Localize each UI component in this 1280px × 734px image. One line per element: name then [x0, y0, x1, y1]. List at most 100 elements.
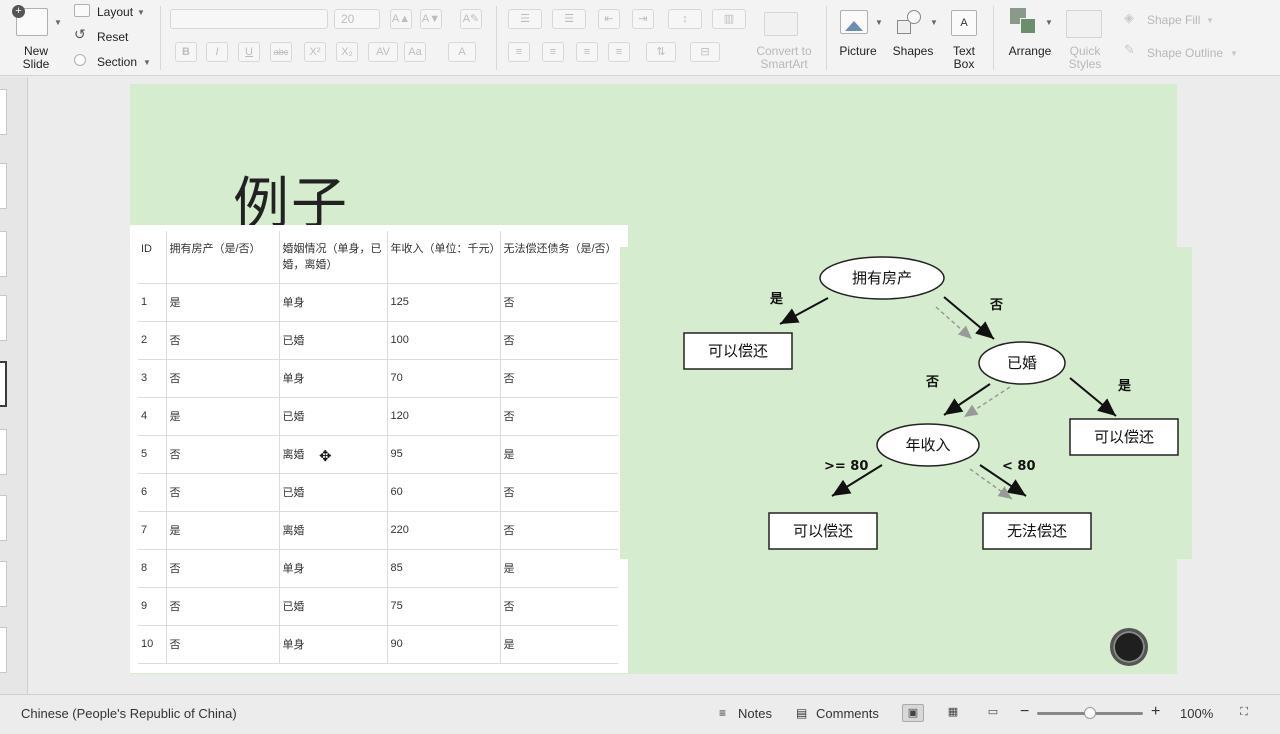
table-cell[interactable]: 已婚: [278, 473, 387, 512]
shape-outline-button[interactable]: Shape Outline: [1147, 46, 1223, 60]
table-cell[interactable]: 5: [138, 435, 166, 474]
table-cell[interactable]: 75: [386, 587, 500, 626]
header-cell[interactable]: ID: [138, 231, 166, 284]
slide-thumbnail[interactable]: [0, 495, 7, 541]
arrange-button[interactable]: Arrange: [1003, 45, 1057, 58]
table-cell[interactable]: 70: [386, 359, 500, 398]
font-size-select[interactable]: 20: [334, 9, 380, 29]
line-spacing-icon[interactable]: ↕: [668, 9, 702, 29]
decrease-font-icon[interactable]: A▼: [420, 9, 442, 29]
numbering-icon[interactable]: ☰: [552, 9, 586, 29]
table-cell[interactable]: 已婚: [278, 321, 387, 360]
slide-sorter-button[interactable]: ▦: [942, 704, 964, 722]
record-button[interactable]: [1110, 628, 1148, 666]
table-cell[interactable]: 是: [499, 625, 618, 664]
table-cell[interactable]: 否: [165, 435, 279, 474]
table-cell[interactable]: 1: [138, 283, 166, 322]
table-cell[interactable]: 是: [499, 435, 618, 474]
table-cell[interactable]: 否: [165, 625, 279, 664]
character-spacing-icon[interactable]: AV: [368, 42, 398, 62]
zoom-slider[interactable]: [1037, 707, 1143, 719]
table-cell[interactable]: 2: [138, 321, 166, 360]
table-cell[interactable]: 120: [386, 397, 500, 436]
table-cell[interactable]: 6: [138, 473, 166, 512]
picture-dropdown-icon[interactable]: ▼: [875, 18, 883, 27]
layout-button[interactable]: Layout: [97, 5, 133, 19]
table-cell[interactable]: 8: [138, 549, 166, 588]
table-cell[interactable]: 否: [499, 587, 618, 626]
new-slide-button[interactable]: New Slide: [16, 45, 56, 71]
slide-thumbnail[interactable]: [0, 561, 7, 607]
new-slide-dropdown-icon[interactable]: ▼: [54, 18, 62, 27]
table-cell[interactable]: 否: [499, 359, 618, 398]
strikethrough-button[interactable]: abc: [270, 42, 292, 62]
table-cell[interactable]: 否: [165, 321, 279, 360]
columns-icon[interactable]: ▥: [712, 9, 746, 29]
slide-thumbnail[interactable]: [0, 231, 7, 277]
quick-styles-button[interactable]: Quick Styles: [1060, 45, 1110, 71]
table-cell[interactable]: 125: [386, 283, 500, 322]
fit-to-window-button[interactable]: ⛶: [1233, 704, 1255, 722]
zoom-in-button[interactable]: +: [1151, 703, 1160, 721]
reading-view-button[interactable]: ▭: [982, 704, 1004, 722]
increase-font-icon[interactable]: A▲: [390, 9, 412, 29]
comments-button[interactable]: Comments: [816, 706, 879, 721]
shape-outline-dropdown-icon[interactable]: ▼: [1230, 49, 1238, 58]
table-cell[interactable]: 单身: [278, 625, 387, 664]
zoom-level[interactable]: 100%: [1180, 706, 1213, 721]
table-cell[interactable]: 单身: [278, 283, 387, 322]
notes-button[interactable]: Notes: [738, 706, 772, 721]
slide-thumbnail[interactable]: [0, 295, 7, 341]
text-direction-icon[interactable]: ⇅: [646, 42, 676, 62]
shapes-button[interactable]: Shapes: [890, 45, 936, 58]
change-case-icon[interactable]: Aa: [404, 42, 426, 62]
font-name-select[interactable]: [170, 9, 328, 29]
table-cell[interactable]: 否: [165, 549, 279, 588]
shapes-dropdown-icon[interactable]: ▼: [930, 18, 938, 27]
section-button[interactable]: Section: [97, 55, 137, 69]
increase-indent-icon[interactable]: ⇥: [632, 9, 654, 29]
table-cell[interactable]: 是: [499, 549, 618, 588]
slide[interactable]: 例子 ID 拥有房产（是/否） 婚姻情况（单身，已婚，离婚） 年收入（单位：千元…: [130, 84, 1192, 674]
header-cell[interactable]: 拥有房产（是/否）: [165, 231, 279, 284]
language-indicator[interactable]: Chinese (People's Republic of China): [21, 706, 237, 721]
table-cell[interactable]: 否: [499, 511, 618, 550]
layout-dropdown-icon[interactable]: ▼: [137, 8, 145, 17]
table-cell[interactable]: 220: [386, 511, 500, 550]
slide-thumbnail-selected[interactable]: [0, 361, 7, 407]
table-cell[interactable]: 是: [165, 511, 279, 550]
underline-button[interactable]: U: [238, 42, 260, 62]
header-cell[interactable]: 婚姻情况（单身，已婚，离婚）: [278, 231, 387, 284]
justify-icon[interactable]: ≡: [608, 42, 630, 62]
table-cell[interactable]: 否: [165, 473, 279, 512]
table-cell[interactable]: 95: [386, 435, 500, 474]
table-cell[interactable]: 离婚: [278, 435, 387, 474]
slide-thumbnail[interactable]: [0, 89, 7, 135]
table-cell[interactable]: 60: [386, 473, 500, 512]
table-cell[interactable]: 否: [165, 587, 279, 626]
reset-button[interactable]: Reset: [97, 30, 128, 44]
table-cell[interactable]: 是: [165, 283, 279, 322]
table-cell[interactable]: 90: [386, 625, 500, 664]
header-cell[interactable]: 无法偿还债务（是/否）: [499, 231, 618, 284]
superscript-button[interactable]: X²: [304, 42, 326, 62]
slide-thumbnail[interactable]: [0, 163, 7, 209]
section-dropdown-icon[interactable]: ▼: [143, 58, 151, 67]
table-cell[interactable]: 85: [386, 549, 500, 588]
picture-button[interactable]: Picture: [835, 45, 881, 58]
bold-button[interactable]: B: [175, 42, 197, 62]
align-center-icon[interactable]: ≡: [542, 42, 564, 62]
table-cell[interactable]: 单身: [278, 359, 387, 398]
decision-tree-diagram[interactable]: 拥有房产 可以偿还 已婚 可以偿还 年收入 可以偿还 无法偿还 是 否 否 是 …: [620, 247, 1192, 559]
table-cell[interactable]: 否: [499, 283, 618, 322]
table-cell[interactable]: 7: [138, 511, 166, 550]
table-cell[interactable]: 4: [138, 397, 166, 436]
table-cell[interactable]: 100: [386, 321, 500, 360]
header-cell[interactable]: 年收入（单位：千元）: [386, 231, 501, 284]
table-frame[interactable]: ID 拥有房产（是/否） 婚姻情况（单身，已婚，离婚） 年收入（单位：千元） 无…: [130, 225, 628, 673]
table-cell[interactable]: 否: [499, 397, 618, 436]
table-cell[interactable]: 否: [499, 321, 618, 360]
align-text-icon[interactable]: ⊟: [690, 42, 720, 62]
table-cell[interactable]: 10: [138, 625, 166, 664]
shape-fill-button[interactable]: Shape Fill: [1147, 13, 1200, 27]
